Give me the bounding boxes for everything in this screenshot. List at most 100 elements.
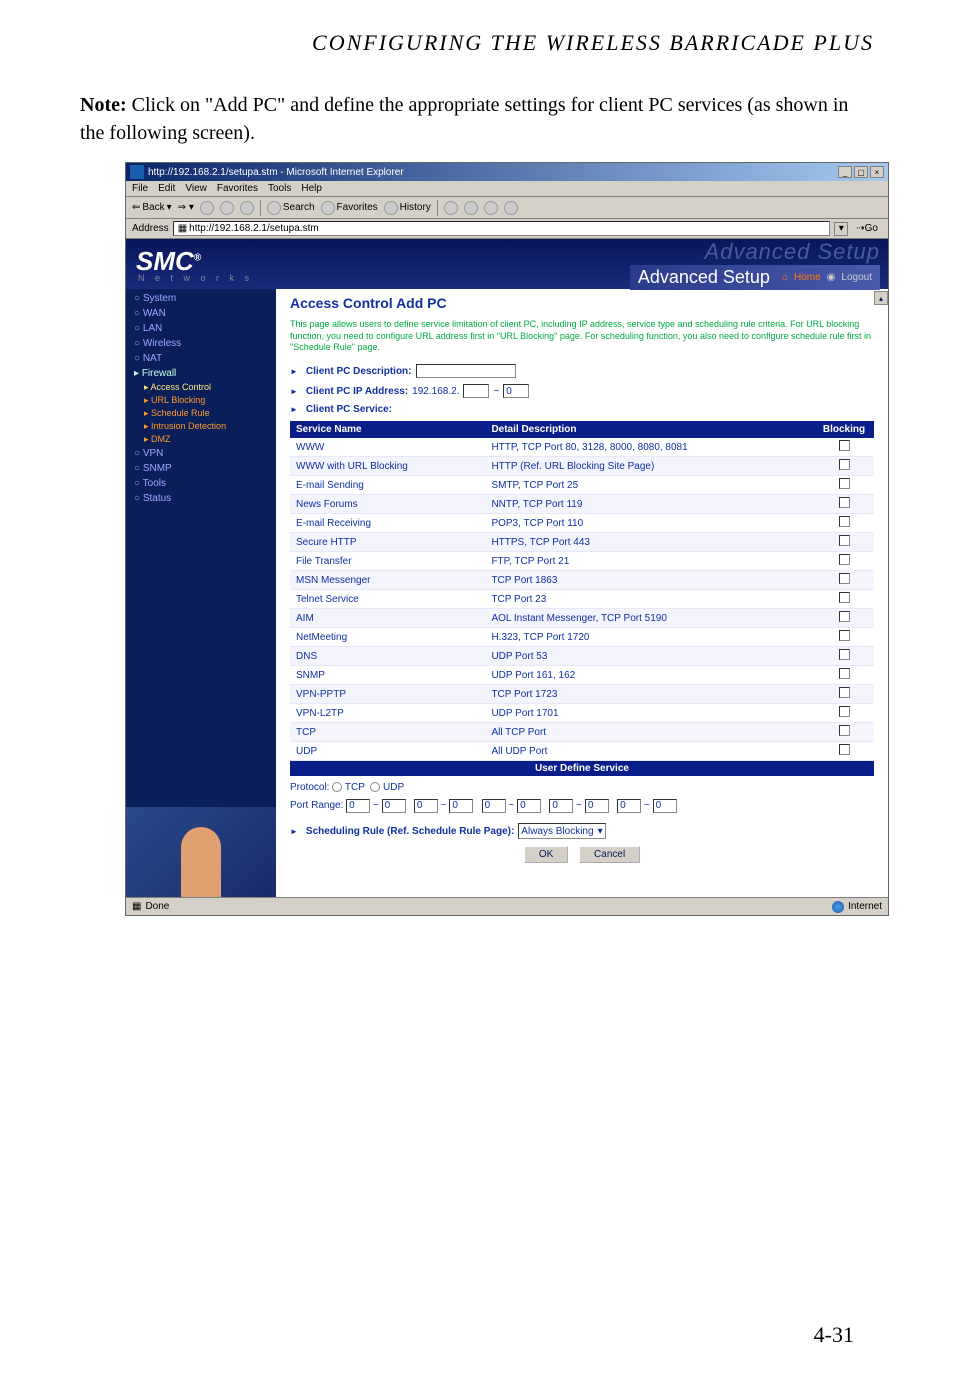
- home-icon[interactable]: [240, 201, 254, 215]
- blocking-checkbox[interactable]: [839, 440, 850, 451]
- blocking-checkbox[interactable]: [839, 459, 850, 470]
- logout-link[interactable]: Logout: [841, 272, 872, 283]
- nav-wireless[interactable]: ○ Wireless: [126, 336, 276, 351]
- port-to-input[interactable]: 0: [382, 799, 406, 813]
- svc-name: News Forums: [290, 495, 485, 514]
- bullet-icon: [290, 404, 302, 415]
- nav-intrusion-detection[interactable]: ▸ Intrusion Detection: [126, 420, 276, 433]
- svc-name: SNMP: [290, 666, 485, 685]
- nav-lan[interactable]: ○ LAN: [126, 321, 276, 336]
- client-desc-input[interactable]: [416, 364, 516, 378]
- port-from-input[interactable]: 0: [549, 799, 573, 813]
- sidebar-image: [126, 807, 276, 897]
- discuss-icon[interactable]: [504, 201, 518, 215]
- port-to-input[interactable]: 0: [653, 799, 677, 813]
- port-range-row: Port Range: 0 ~ 0 0 ~ 0 0 ~ 0 0 ~ 0 0 ~ …: [290, 799, 874, 813]
- sched-row: Scheduling Rule (Ref. Schedule Rule Page…: [290, 823, 874, 839]
- nav-firewall[interactable]: ▸ Firewall: [126, 366, 276, 381]
- nav-status[interactable]: ○ Status: [126, 491, 276, 506]
- minimize-button[interactable]: _: [838, 166, 852, 178]
- svc-detail: HTTPS, TCP Port 443: [485, 533, 814, 552]
- cancel-button[interactable]: Cancel: [579, 846, 640, 863]
- nav-access-control[interactable]: ▸ Access Control: [126, 381, 276, 394]
- blocking-checkbox[interactable]: [839, 630, 850, 641]
- menu-edit[interactable]: Edit: [158, 183, 175, 194]
- address-input[interactable]: ▦ http://192.168.2.1/setupa.stm: [173, 221, 831, 236]
- port-from-input[interactable]: 0: [482, 799, 506, 813]
- port-to-input[interactable]: 0: [449, 799, 473, 813]
- nav-system[interactable]: ○ System: [126, 291, 276, 306]
- blocking-checkbox[interactable]: [839, 611, 850, 622]
- blocking-checkbox[interactable]: [839, 706, 850, 717]
- menu-view[interactable]: View: [185, 183, 207, 194]
- blocking-checkbox[interactable]: [839, 497, 850, 508]
- menu-file[interactable]: File: [132, 183, 148, 194]
- svc-name: File Transfer: [290, 552, 485, 571]
- radio-udp[interactable]: [370, 782, 380, 792]
- print-icon[interactable]: [464, 201, 478, 215]
- maximize-button[interactable]: ▢: [854, 166, 868, 178]
- nav-dmz[interactable]: ▸ DMZ: [126, 433, 276, 446]
- nav-wan[interactable]: ○ WAN: [126, 306, 276, 321]
- ip-to-input[interactable]: 0: [503, 384, 529, 398]
- nav-nat[interactable]: ○ NAT: [126, 351, 276, 366]
- toolbar: ⇐ Back ▾ ⇒ ▾ Search Favorites History: [126, 197, 888, 219]
- port-from-input[interactable]: 0: [346, 799, 370, 813]
- port-to-input[interactable]: 0: [517, 799, 541, 813]
- nav-tools[interactable]: ○ Tools: [126, 476, 276, 491]
- table-row: DNS UDP Port 53: [290, 647, 874, 666]
- blocking-checkbox[interactable]: [839, 744, 850, 755]
- blocking-checkbox[interactable]: [839, 478, 850, 489]
- port-from-input[interactable]: 0: [617, 799, 641, 813]
- blocking-checkbox[interactable]: [839, 554, 850, 565]
- nav-schedule-rule[interactable]: ▸ Schedule Rule: [126, 407, 276, 420]
- blocking-checkbox[interactable]: [839, 649, 850, 660]
- blocking-checkbox[interactable]: [839, 516, 850, 527]
- blocking-checkbox[interactable]: [839, 668, 850, 679]
- stop-icon[interactable]: [200, 201, 214, 215]
- nav-snmp[interactable]: ○ SNMP: [126, 461, 276, 476]
- service-table: Service Name Detail Description Blocking…: [290, 421, 874, 761]
- port-to-input[interactable]: 0: [585, 799, 609, 813]
- svc-detail: HTTP, TCP Port 80, 3128, 8000, 8080, 808…: [485, 438, 814, 457]
- close-button[interactable]: ×: [870, 166, 884, 178]
- port-from-input[interactable]: 0: [414, 799, 438, 813]
- history-button[interactable]: History: [384, 201, 431, 215]
- svc-name: VPN-L2TP: [290, 704, 485, 723]
- svc-detail: TCP Port 1723: [485, 685, 814, 704]
- page-content: SMC® N e t w o r k s Advanced Setup Adva…: [126, 239, 888, 897]
- refresh-icon[interactable]: [220, 201, 234, 215]
- table-row: E-mail Sending SMTP, TCP Port 25: [290, 476, 874, 495]
- nav-vpn[interactable]: ○ VPN: [126, 446, 276, 461]
- ok-button[interactable]: OK: [524, 846, 568, 863]
- nav-url-blocking[interactable]: ▸ URL Blocking: [126, 394, 276, 407]
- radio-tcp[interactable]: [332, 782, 342, 792]
- scroll-up[interactable]: ▴: [874, 291, 888, 305]
- table-row: VPN-PPTP TCP Port 1723: [290, 685, 874, 704]
- schedule-select[interactable]: Always Blocking▾: [518, 823, 605, 839]
- go-button[interactable]: ⇢Go: [852, 222, 882, 235]
- svc-detail: UDP Port 53: [485, 647, 814, 666]
- blocking-checkbox[interactable]: [839, 573, 850, 584]
- col-blocking: Blocking: [814, 421, 874, 438]
- forward-button[interactable]: ⇒ ▾: [178, 202, 194, 213]
- address-dropdown[interactable]: ▾: [834, 222, 848, 236]
- main-title: Access Control Add PC: [290, 295, 874, 311]
- blocking-checkbox[interactable]: [839, 592, 850, 603]
- ip-from-input[interactable]: [463, 384, 489, 398]
- menu-help[interactable]: Help: [301, 183, 322, 194]
- blocking-checkbox[interactable]: [839, 725, 850, 736]
- blocking-checkbox[interactable]: [839, 535, 850, 546]
- table-row: File Transfer FTP, TCP Port 21: [290, 552, 874, 571]
- home-link[interactable]: Home: [794, 272, 821, 283]
- menu-tools[interactable]: Tools: [268, 183, 291, 194]
- favorites-button[interactable]: Favorites: [321, 201, 378, 215]
- edit-icon[interactable]: [484, 201, 498, 215]
- search-button[interactable]: Search: [267, 201, 315, 215]
- mail-icon[interactable]: [444, 201, 458, 215]
- back-button[interactable]: ⇐ Back ▾: [132, 202, 172, 213]
- ie-page-icon: ▦: [178, 223, 187, 234]
- menu-favorites[interactable]: Favorites: [217, 183, 258, 194]
- svc-detail: UDP Port 1701: [485, 704, 814, 723]
- blocking-checkbox[interactable]: [839, 687, 850, 698]
